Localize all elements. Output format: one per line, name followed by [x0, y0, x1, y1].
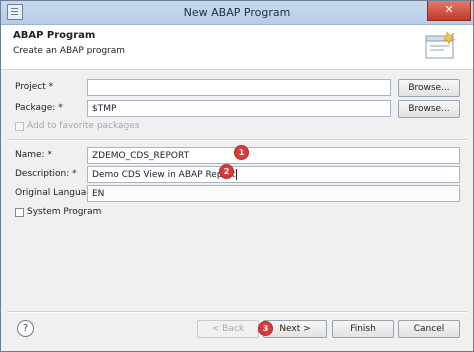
- system-program-checkbox[interactable]: [15, 208, 24, 217]
- window-title: New ABAP Program: [183, 6, 291, 19]
- separator: [7, 139, 467, 141]
- page-title: ABAP Program: [13, 30, 96, 41]
- description-field[interactable]: Demo CDS View in ABAP Report: [87, 166, 460, 183]
- name-label: Name: *: [15, 150, 52, 160]
- close-button[interactable]: ✕: [427, 1, 471, 21]
- text-cursor: [236, 169, 238, 180]
- package-label: Package: *: [15, 103, 63, 113]
- description-value: Demo CDS View in ABAP Report: [92, 170, 236, 180]
- favorite-label: Add to favorite packages: [27, 121, 140, 131]
- title-bar[interactable]: New ABAP Program ✕: [1, 1, 473, 25]
- project-label: Project *: [15, 82, 54, 92]
- help-icon[interactable]: ?: [17, 320, 34, 337]
- wizard-header: ABAP Program Create an ABAP program: [1, 25, 473, 70]
- description-label: Description: *: [15, 169, 77, 179]
- annotation-marker-3: 3: [259, 322, 272, 335]
- footer-separator: [7, 311, 467, 313]
- project-browse-button[interactable]: Browse...: [398, 79, 460, 97]
- package-browse-button[interactable]: Browse...: [398, 100, 460, 118]
- cancel-button[interactable]: Cancel: [398, 320, 460, 338]
- back-button[interactable]: < Back: [197, 320, 259, 338]
- name-field[interactable]: ZDEMO_CDS_REPORT: [87, 147, 460, 164]
- finish-button[interactable]: Finish: [332, 320, 394, 338]
- project-field[interactable]: [87, 79, 391, 96]
- next-button[interactable]: Next >: [263, 320, 327, 338]
- wizard-banner-icon: [425, 31, 456, 59]
- package-field[interactable]: $TMP: [87, 100, 391, 117]
- dialog-window: New ABAP Program ✕ ABAP Program Create a…: [0, 0, 474, 352]
- annotation-marker-2: 2: [220, 165, 233, 178]
- page-subtitle: Create an ABAP program: [13, 46, 126, 56]
- annotation-marker-1: 1: [235, 146, 248, 159]
- system-program-label: System Program: [27, 207, 102, 217]
- language-field: EN: [87, 185, 460, 202]
- favorite-checkbox[interactable]: [15, 122, 24, 131]
